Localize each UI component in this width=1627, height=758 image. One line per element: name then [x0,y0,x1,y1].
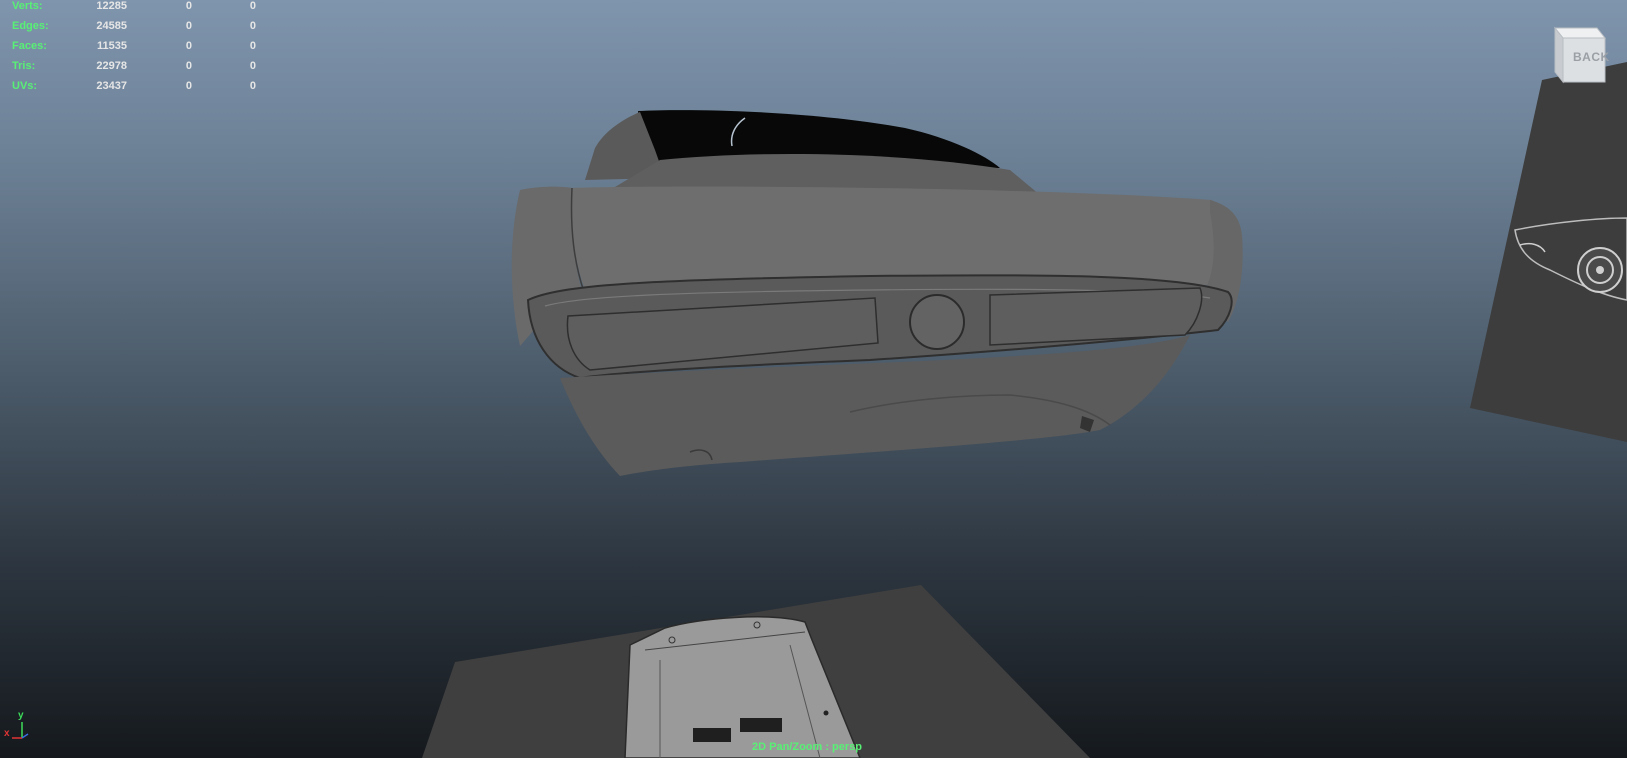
hud-label: Edges: [12,20,49,32]
hud-value: 0 [249,0,256,12]
hud-value: 24585 [96,20,127,32]
car-rear-model[interactable] [511,110,1243,476]
side-image-plane[interactable] [1470,62,1627,442]
hud-value: 0 [185,20,192,32]
hud-value: 0 [185,80,192,92]
hud-value: 22978 [96,60,127,72]
scene-canvas[interactable] [0,0,1627,758]
viewport-status-text: 2D Pan/Zoom : persp [752,741,863,753]
hud-label: Faces: [12,40,47,52]
maya-3d-viewport[interactable]: Verts: 12285 0 0 Edges: 24585 0 0 Faces:… [0,0,1627,758]
hud-value: 12285 [96,0,127,12]
axis-x-label: x [4,728,10,739]
hud-value: 0 [249,40,256,52]
axis-y-label: y [18,710,24,721]
hud-label: UVs: [12,80,38,92]
hud-value: 0 [185,60,192,72]
hud-value: 11535 [97,40,127,52]
bottom-image-plane[interactable] [422,585,1090,758]
hud-value: 0 [249,20,256,32]
hud-value: 0 [249,80,256,92]
hud-value: 0 [249,60,256,72]
hud-label: Verts: [12,0,43,12]
hud-value: 23437 [96,80,127,92]
hud-value: 0 [185,40,192,52]
view-cube-face-label[interactable]: BACK [1573,50,1610,64]
hud-value: 0 [185,0,192,12]
hud-label: Tris: [12,60,36,72]
